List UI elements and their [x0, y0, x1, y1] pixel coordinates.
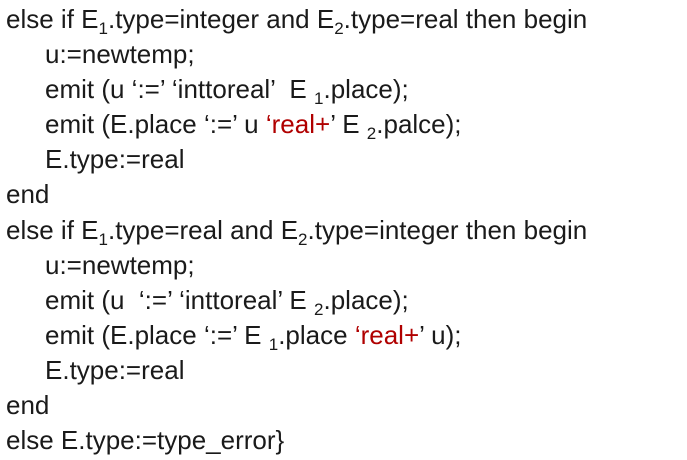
code-line-9: emit (u ‘:=’ ‘inttoreal’ E 2.place); [45, 283, 409, 318]
code-text: else if E [6, 215, 99, 245]
code-text: end [6, 179, 50, 209]
code-text: E.type:=real [45, 144, 185, 174]
highlighted-operator: ‘real+ [354, 320, 420, 350]
code-line-7: else if E1.type=real and E2.type=integer… [6, 213, 587, 248]
code-text: E.type:=real [45, 355, 185, 385]
code-text: .type=integer and E [107, 4, 335, 34]
code-text: emit (u ‘:=’ ‘inttoreal’ E [45, 285, 315, 315]
code-text: emit (E.place ‘:=’ E [45, 320, 269, 350]
code-text: ’ E [330, 109, 367, 139]
code-line-3: emit (u ‘:=’ ‘inttoreal’ E 1.place); [45, 72, 409, 107]
code-text: u:=newtemp; [45, 39, 195, 69]
subscript: 2 [366, 124, 377, 143]
code-line-12: end [6, 388, 49, 423]
code-text: else E.type:=type_error} [6, 425, 285, 455]
code-line-4: emit (E.place ‘:=’ u ‘real+’ E 2.palce); [45, 107, 462, 142]
code-text: u:=newtemp; [45, 250, 195, 280]
code-text: end [6, 390, 50, 420]
code-text: else if E [6, 4, 99, 34]
code-text: .place [278, 320, 355, 350]
code-listing: else if E1.type=integer and E2.type=real… [0, 0, 687, 460]
code-line-8: u:=newtemp; [45, 248, 195, 283]
code-line-13: else E.type:=type_error} [6, 423, 284, 458]
code-line-6: end [6, 177, 49, 212]
code-text: .type=real then begin [343, 4, 588, 34]
code-text: .type=real and E [107, 215, 299, 245]
code-text: .place); [323, 74, 409, 104]
code-line-1: else if E1.type=integer and E2.type=real… [6, 2, 587, 37]
subscript: 1 [98, 19, 108, 38]
subscript: 2 [298, 230, 308, 249]
code-text: .palce); [376, 109, 462, 139]
subscript: 2 [334, 19, 344, 38]
subscript: 1 [98, 230, 108, 249]
code-text: emit (u ‘:=’ ‘inttoreal’ E [45, 74, 315, 104]
code-line-10: emit (E.place ‘:=’ E 1.place ‘real+’ u); [45, 318, 462, 353]
code-line-5: E.type:=real [45, 142, 184, 177]
code-text: .place); [323, 285, 409, 315]
code-text: .type=integer then begin [307, 215, 588, 245]
code-text: emit (E.place ‘:=’ u [45, 109, 266, 139]
code-line-11: E.type:=real [45, 353, 184, 388]
subscript: 1 [268, 335, 279, 354]
code-line-2: u:=newtemp; [45, 37, 195, 72]
code-text: ’ u); [419, 320, 462, 350]
highlighted-operator: ‘real+ [265, 109, 331, 139]
